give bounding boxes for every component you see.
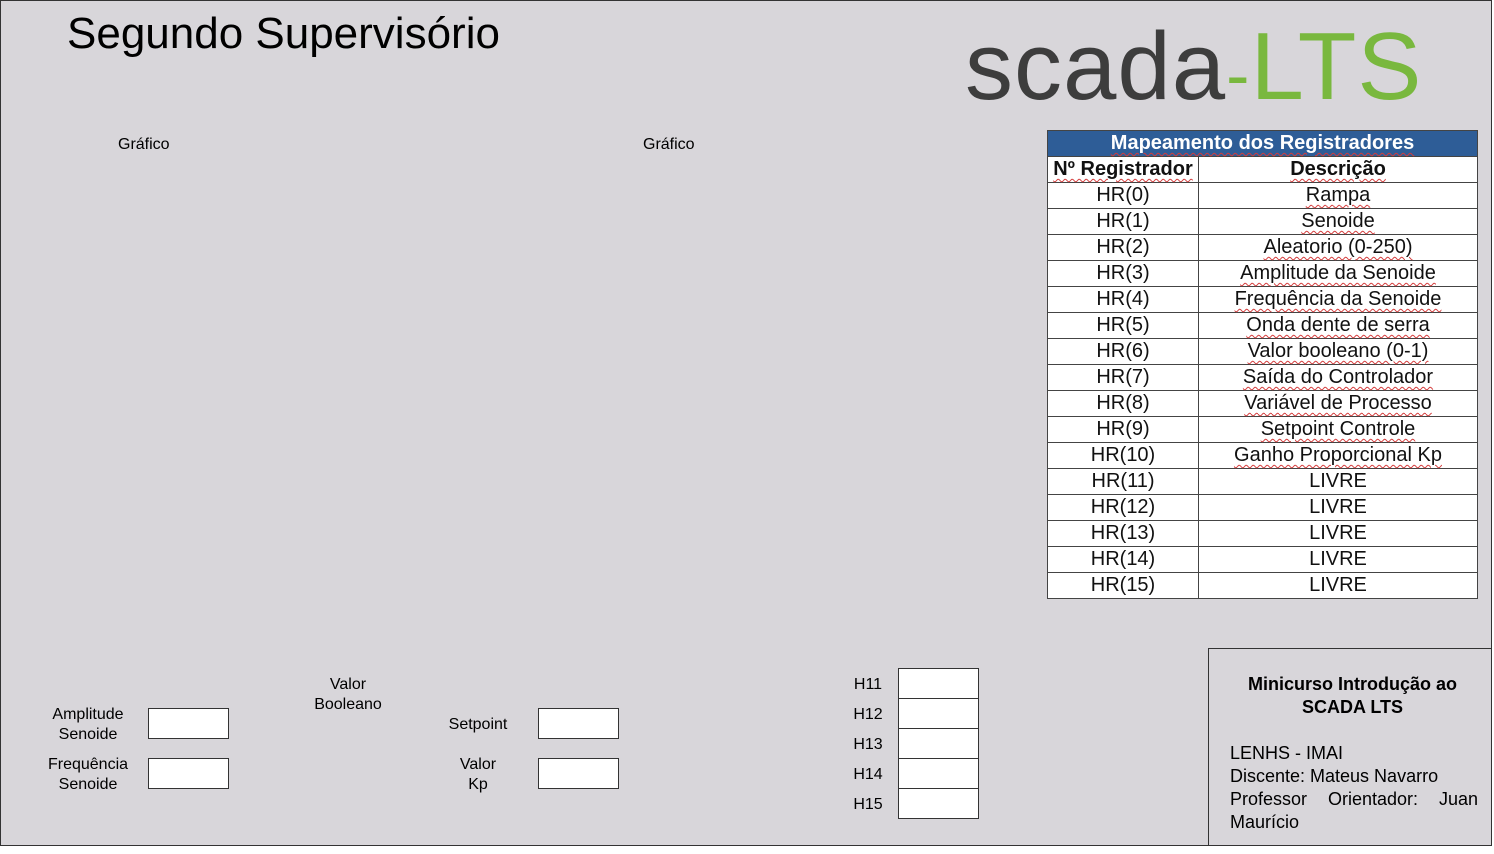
h15-label: H15: [853, 796, 883, 813]
h11-input[interactable]: [898, 668, 979, 699]
table-row: HR(10) Ganho Proporcional Kp: [1047, 442, 1478, 469]
h13-input[interactable]: [898, 728, 979, 759]
table-row: HR(2) Aleatorio (0-250): [1047, 234, 1478, 261]
valor-booleano-label: Valor Booleano: [314, 676, 382, 713]
table-row: HR(5) Onda dente de serra: [1047, 312, 1478, 339]
table-row: HR(14) LIVRE: [1047, 546, 1478, 573]
info-line-advisor: Professor Orientador: Juan Maurício: [1230, 789, 1478, 832]
h11-label: H11: [853, 676, 883, 693]
chart-label-2: Gráfico: [643, 136, 695, 153]
table-row: HR(0) Rampa: [1047, 182, 1478, 209]
info-line-lab: LENHS - IMAI: [1230, 743, 1344, 763]
frequencia-senoide-label: Frequência Senoide: [47, 756, 129, 793]
chart-label-1: Gráfico: [118, 136, 170, 153]
table-row: HR(9) Setpoint Controle: [1047, 416, 1478, 443]
h14-input[interactable]: [898, 758, 979, 789]
valor-kp-input[interactable]: [538, 758, 619, 789]
amplitude-senoide-label: Amplitude Senoide: [52, 706, 124, 743]
h13-label: H13: [853, 736, 883, 753]
course-info-heading: Minicurso Introdução ao SCADA LTS: [1247, 674, 1457, 717]
amplitude-senoide-input[interactable]: [148, 708, 229, 739]
logo-dash: -: [1226, 36, 1251, 114]
logo-scada-text: scada: [965, 13, 1227, 120]
table-row: HR(6) Valor booleano (0-1): [1047, 338, 1478, 365]
table-row: HR(4) Frequência da Senoide: [1047, 286, 1478, 313]
register-table-header-row: Nº Registrador Descrição: [1047, 156, 1478, 183]
info-line-student: Discente: Mateus Navarro: [1230, 766, 1439, 786]
h12-input[interactable]: [898, 698, 979, 729]
valor-kp-label: Valor Kp: [459, 756, 497, 793]
table-row: HR(8) Variável de Processo: [1047, 390, 1478, 417]
logo-lts-text: LTS: [1250, 13, 1423, 120]
table-row: HR(7) Saída do Controlador: [1047, 364, 1478, 391]
table-row: HR(15) LIVRE: [1047, 572, 1478, 599]
table-row: HR(11) LIVRE: [1047, 468, 1478, 495]
table-row: HR(3) Amplitude da Senoide: [1047, 260, 1478, 287]
table-row: HR(13) LIVRE: [1047, 520, 1478, 547]
course-info-body: LENHS - IMAI Discente: Mateus Navarro Pr…: [1230, 742, 1478, 834]
h15-input[interactable]: [898, 788, 979, 819]
column-header-description: Descrição: [1198, 156, 1478, 183]
scada-canvas: Segundo Supervisório scada-LTS Gráfico G…: [0, 0, 1492, 846]
course-info-box: Minicurso Introdução ao SCADA LTS LENHS …: [1208, 648, 1491, 845]
h12-label: H12: [853, 706, 883, 723]
h14-label: H14: [853, 766, 883, 783]
table-row: HR(1) Senoide: [1047, 208, 1478, 235]
frequencia-senoide-input[interactable]: [148, 758, 229, 789]
scada-lts-logo: scada-LTS: [965, 19, 1422, 123]
register-table-title: Mapeamento dos Registradores: [1047, 130, 1478, 157]
setpoint-input[interactable]: [538, 708, 619, 739]
register-map-table: Mapeamento dos Registradores Nº Registra…: [1047, 130, 1478, 599]
setpoint-label: Setpoint: [448, 716, 508, 733]
column-header-register: Nº Registrador: [1047, 156, 1199, 183]
page-title: Segundo Supervisório: [67, 9, 500, 58]
table-row: HR(12) LIVRE: [1047, 494, 1478, 521]
